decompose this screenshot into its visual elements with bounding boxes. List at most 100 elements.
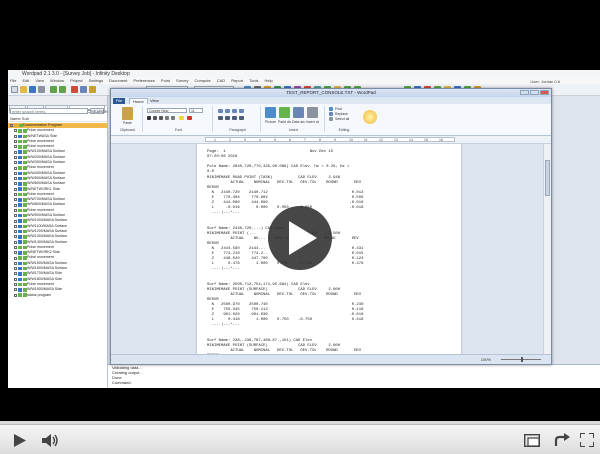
menu-item-6[interactable]: Document: [109, 78, 127, 83]
visibility-icon[interactable]: [22, 166, 27, 170]
redo-icon[interactable]: [59, 86, 66, 93]
visibility-icon[interactable]: [22, 240, 27, 244]
visibility-icon[interactable]: [22, 245, 27, 250]
visibility-icon[interactable]: [22, 224, 27, 229]
menu-item-10[interactable]: Compute: [195, 78, 211, 83]
undo-icon[interactable]: [50, 86, 57, 93]
visibility-icon[interactable]: [22, 145, 27, 149]
expand-toggle-icon[interactable]: [14, 182, 17, 186]
subscript-icon[interactable]: [171, 116, 175, 120]
find-label[interactable]: Find: [335, 107, 342, 111]
expand-toggle-icon[interactable]: [14, 198, 17, 202]
italic-icon[interactable]: [153, 116, 157, 120]
expand-toggle-icon[interactable]: [14, 256, 17, 260]
visibility-icon[interactable]: [22, 266, 27, 271]
visibility-icon[interactable]: [22, 160, 27, 165]
expand-toggle-icon[interactable]: [14, 129, 17, 133]
align-center-icon[interactable]: [225, 116, 230, 120]
visibility-icon[interactable]: [22, 150, 27, 154]
expand-toggle-icon[interactable]: [14, 140, 17, 144]
strike-icon[interactable]: [165, 116, 169, 120]
menu-item-14[interactable]: Help: [265, 78, 273, 83]
expand-toggle-icon[interactable]: [14, 251, 17, 255]
select-all-label[interactable]: Select all: [335, 117, 349, 121]
expand-toggle-icon[interactable]: [14, 283, 17, 287]
visibility-icon[interactable]: [22, 293, 27, 297]
search-input[interactable]: [10, 108, 88, 114]
expand-toggle-icon[interactable]: [14, 134, 17, 138]
visibility-icon[interactable]: [22, 176, 27, 181]
menu-item-12[interactable]: Report: [231, 78, 243, 83]
minimize-button[interactable]: [520, 90, 529, 95]
fullscreen-icon[interactable]: [580, 433, 594, 447]
share-icon[interactable]: [554, 433, 570, 447]
visibility-icon[interactable]: [22, 198, 27, 202]
expand-toggle-icon[interactable]: [14, 277, 17, 281]
expand-toggle-icon[interactable]: [14, 187, 17, 191]
expand-toggle-icon[interactable]: [14, 203, 17, 207]
font-color-icon[interactable]: [187, 116, 192, 120]
visibility-icon[interactable]: [22, 129, 27, 133]
visibility-icon[interactable]: [22, 171, 27, 176]
font-size-select[interactable]: 11: [189, 108, 203, 113]
align-right-icon[interactable]: [232, 116, 237, 120]
menu-item-2[interactable]: View: [35, 78, 44, 83]
zoom-slider-knob[interactable]: [521, 357, 523, 362]
visibility-icon[interactable]: [22, 187, 27, 191]
menu-item-1[interactable]: Edit: [22, 78, 29, 83]
expand-toggle-icon[interactable]: [14, 150, 17, 154]
underline-icon[interactable]: [159, 116, 163, 120]
select-all-icon[interactable]: [329, 117, 333, 121]
visibility-icon[interactable]: [22, 288, 27, 292]
save-icon[interactable]: [29, 86, 36, 93]
expand-toggle-icon[interactable]: [14, 161, 17, 165]
indent-icon[interactable]: [218, 109, 223, 113]
paint-icon[interactable]: [279, 107, 290, 118]
layer-icon[interactable]: [89, 86, 96, 93]
menu-item-5[interactable]: Settings: [89, 78, 103, 83]
visibility-icon[interactable]: [22, 139, 27, 144]
datetime-icon[interactable]: [293, 107, 304, 118]
justify-icon[interactable]: [239, 116, 244, 120]
highlight-icon[interactable]: [179, 116, 184, 120]
maximize-button[interactable]: [530, 90, 539, 95]
expand-toggle-icon[interactable]: [14, 293, 17, 297]
visibility-icon[interactable]: [22, 282, 27, 287]
close-button[interactable]: [540, 90, 549, 95]
vertical-scrollbar[interactable]: [543, 144, 551, 355]
expand-toggle-icon[interactable]: [14, 208, 17, 212]
menu-item-8[interactable]: Point: [161, 78, 170, 83]
menu-item-11[interactable]: CAD: [217, 78, 225, 83]
align-left-icon[interactable]: [218, 116, 223, 120]
expand-toggle-icon[interactable]: [14, 235, 17, 239]
visibility-icon[interactable]: [18, 123, 23, 128]
visibility-icon[interactable]: [22, 134, 27, 138]
replace-label[interactable]: Replace: [335, 112, 348, 116]
visibility-icon[interactable]: [22, 208, 27, 213]
expand-toggle-icon[interactable]: [14, 155, 17, 159]
play-button-overlay[interactable]: [268, 206, 332, 270]
list-icon[interactable]: [232, 109, 237, 113]
captions-icon[interactable]: [524, 434, 540, 447]
visibility-icon[interactable]: [22, 229, 27, 234]
paste-icon[interactable]: [122, 107, 133, 120]
visibility-icon[interactable]: [22, 203, 27, 207]
expand-toggle-icon[interactable]: [14, 177, 17, 181]
menu-item-13[interactable]: Tools: [249, 78, 258, 83]
object-icon[interactable]: [307, 107, 318, 118]
find-icon[interactable]: [329, 107, 333, 111]
line-spacing-icon[interactable]: [239, 109, 244, 113]
expand-toggle-icon[interactable]: [14, 171, 17, 175]
menu-item-3[interactable]: Window: [50, 78, 64, 83]
expand-toggle-icon[interactable]: [14, 230, 17, 234]
visibility-icon[interactable]: [22, 261, 27, 266]
visibility-icon[interactable]: [22, 235, 27, 239]
visibility-icon[interactable]: [22, 213, 27, 218]
menu-item-9[interactable]: Survey: [176, 78, 188, 83]
bold-icon[interactable]: [147, 116, 151, 120]
search-button[interactable]: SEARCH: [90, 108, 108, 114]
pan-icon[interactable]: [80, 86, 87, 93]
font-name-select[interactable]: Courier New: [147, 108, 187, 113]
visibility-icon[interactable]: [22, 256, 27, 260]
visibility-icon[interactable]: [22, 277, 27, 282]
